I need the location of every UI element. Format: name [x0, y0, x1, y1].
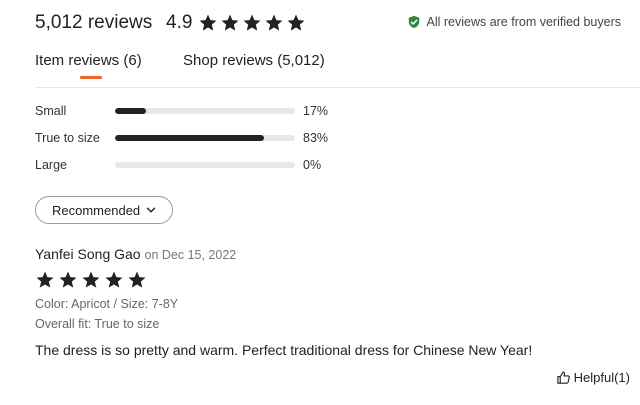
fit-label: True to size — [35, 130, 100, 145]
tab-shop-reviews[interactable]: Shop reviews (5,012) — [183, 52, 325, 69]
fit-percent: 0% — [303, 157, 322, 172]
review-tabs: Item reviews (6) Shop reviews (5,012) — [35, 50, 630, 88]
fit-label: Large — [35, 157, 67, 172]
rating-value: 4.9 — [166, 12, 193, 33]
review-text: The dress is so pretty and warm. Perfect… — [35, 342, 533, 358]
reviewer-name[interactable]: Yanfei Song Gao — [35, 246, 141, 262]
fit-bar-fill — [115, 134, 265, 141]
verified-text: All reviews are from verified buyers — [426, 15, 621, 29]
review-item: Yanfei Song Gao on Dec 15, 2022 Color: A… — [35, 246, 630, 358]
rating-stars — [198, 13, 308, 33]
fit-row-large: Large 0% — [35, 151, 355, 178]
tabs-divider — [35, 87, 640, 88]
star-icon — [264, 13, 284, 33]
star-icon — [81, 270, 101, 290]
reviews-header: 5,012 reviews 4.9 All reviews are from v… — [35, 10, 630, 36]
fit-bar-track — [115, 134, 295, 141]
review-variation: Color: Apricot / Size: 7-8Y — [35, 297, 179, 311]
fit-percent: 83% — [303, 130, 329, 145]
fit-row-small: Small 17% — [35, 97, 355, 124]
helpful-label: Helpful(1) — [573, 370, 630, 385]
thumbs-up-icon — [556, 370, 571, 385]
chevron-down-icon — [146, 205, 156, 215]
fit-bar-track — [115, 161, 295, 168]
review-count: 5,012 reviews — [35, 12, 153, 33]
overall-rating: 4.9 — [166, 12, 308, 34]
helpful-button[interactable]: Helpful(1) — [556, 370, 630, 385]
reviewer-line: Yanfei Song Gao on Dec 15, 2022 — [35, 246, 630, 262]
star-icon — [286, 13, 306, 33]
fit-bar-fill — [115, 107, 146, 114]
review-overall-fit: Overall fit: True to size — [35, 317, 160, 331]
review-stars — [35, 270, 630, 290]
sort-label: Recommended — [52, 202, 141, 218]
verified-shield-icon — [407, 15, 421, 29]
star-icon — [127, 270, 147, 290]
verified-notice: All reviews are from verified buyers — [407, 15, 621, 29]
active-tab-indicator — [80, 76, 102, 79]
review-date: on Dec 15, 2022 — [144, 248, 237, 262]
star-icon — [198, 13, 218, 33]
tab-item-reviews[interactable]: Item reviews (6) — [35, 52, 142, 69]
sort-dropdown-button[interactable]: Recommended — [35, 196, 174, 224]
star-icon — [58, 270, 78, 290]
star-icon — [104, 270, 124, 290]
fit-bar-track — [115, 107, 295, 114]
reviews-panel: 5,012 reviews 4.9 All reviews are from v… — [0, 0, 640, 405]
fit-percent: 17% — [303, 103, 329, 118]
star-icon — [242, 13, 262, 33]
star-icon — [35, 270, 55, 290]
fit-label: Small — [35, 103, 67, 118]
fit-breakdown: Small 17% True to size 83% Large 0% — [35, 97, 355, 178]
star-icon — [220, 13, 240, 33]
fit-row-true-to-size: True to size 83% — [35, 124, 355, 151]
